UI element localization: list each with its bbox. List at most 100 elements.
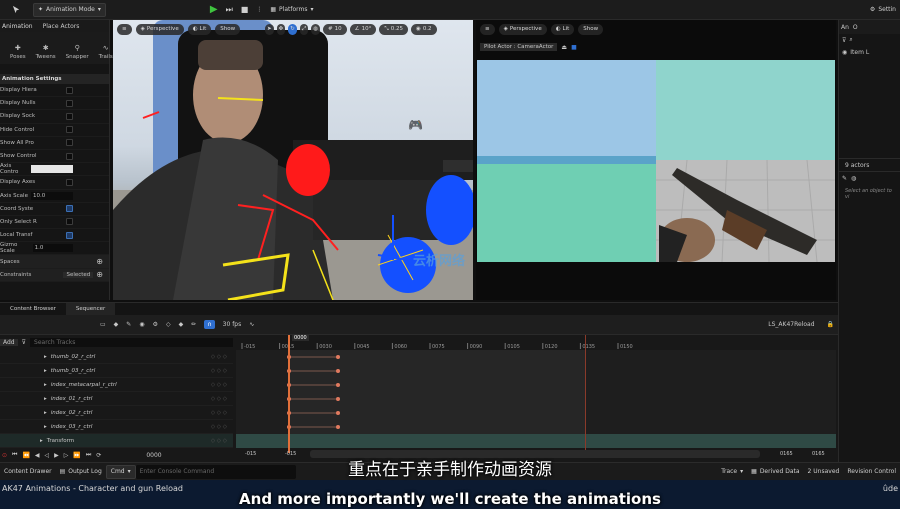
- select-icon[interactable]: [8, 3, 25, 17]
- setting-row[interactable]: Axis Contro: [0, 163, 109, 177]
- setting-value-field[interactable]: 1.0: [32, 244, 73, 253]
- key-icon[interactable]: ◆: [114, 321, 119, 328]
- setting-row[interactable]: Display Sock: [0, 110, 109, 124]
- tab-sequencer[interactable]: Sequencer: [65, 303, 116, 315]
- lit-button[interactable]: ◐ Lit: [550, 23, 575, 35]
- key-controls-icon[interactable]: ◇ ◇ ◇: [211, 410, 227, 416]
- setting-checkbox[interactable]: [66, 231, 73, 239]
- track-row[interactable]: ▸ thumb_03_r_ctrl ◇ ◇ ◇: [0, 364, 233, 378]
- perspective-viewport[interactable]: ≡ ◈ Perspective ◐ Lit Show ➤ ✥ ↻ ⤢ ◍ # 1…: [113, 20, 473, 300]
- keyframe[interactable]: [336, 411, 340, 415]
- save-icon[interactable]: ▭: [100, 321, 106, 328]
- setting-color-swatch[interactable]: [31, 165, 73, 174]
- keyframe[interactable]: [336, 383, 340, 387]
- setting-checkbox[interactable]: [66, 205, 73, 213]
- lit-button[interactable]: ◐ Lit: [187, 23, 212, 35]
- tab-outliner[interactable]: O: [853, 24, 858, 31]
- add-icon[interactable]: ⊕: [96, 270, 103, 279]
- keyframe[interactable]: [336, 397, 340, 401]
- keyframe-layer[interactable]: [236, 350, 836, 450]
- scale-snap-button[interactable]: ⤡ 0.25: [379, 23, 408, 35]
- curve-editor-icon[interactable]: ∿: [249, 321, 254, 328]
- platforms-dropdown[interactable]: ▦ Platforms ▾: [266, 3, 317, 17]
- setting-checkbox[interactable]: [66, 99, 73, 107]
- setting-checkbox[interactable]: [66, 218, 73, 226]
- setting-checkbox[interactable]: [66, 126, 73, 134]
- mode-dropdown[interactable]: ✦ Animation Mode ▾: [33, 2, 106, 17]
- pilot-camera-viewport[interactable]: ≡ ◈ Perspective ◐ Lit Show Pilot Actor :…: [476, 20, 836, 300]
- snapper-button[interactable]: ⚲ Snapper: [66, 44, 89, 60]
- visibility-icon[interactable]: ◉: [842, 49, 847, 56]
- tweens-button[interactable]: ✱ Tweens: [36, 44, 56, 60]
- track-row[interactable]: ▸ Transform ◇ ◇ ◇: [0, 434, 233, 448]
- stop-button[interactable]: ■: [237, 3, 253, 17]
- search-tracks-input[interactable]: Search Tracks: [30, 337, 233, 347]
- selected-dropdown[interactable]: Selected: [63, 271, 94, 278]
- grid-snap-button[interactable]: # 10: [323, 23, 347, 35]
- key-controls-icon[interactable]: ◇ ◇ ◇: [211, 354, 227, 360]
- show-button[interactable]: Show: [215, 23, 241, 35]
- keyframe-tools-icon[interactable]: ◆: [179, 321, 184, 328]
- key-controls-icon[interactable]: ◇ ◇ ◇: [211, 382, 227, 388]
- world-icon[interactable]: ◍: [311, 23, 321, 35]
- translate-icon[interactable]: ✥: [276, 23, 286, 35]
- setting-row[interactable]: Show All Pro: [0, 137, 109, 150]
- setting-row[interactable]: Display Nulls: [0, 97, 109, 111]
- add-icon[interactable]: ⊕: [96, 257, 103, 266]
- viewport-menu-button[interactable]: ≡: [117, 23, 132, 35]
- tab-place-actors[interactable]: Place Actors: [43, 23, 80, 30]
- setting-row[interactable]: Coord Syste: [0, 203, 109, 216]
- expand-arrow-icon[interactable]: ▸: [44, 410, 47, 416]
- transform-tools-icon[interactable]: ✎: [126, 321, 131, 328]
- edit-icon[interactable]: ✏: [191, 321, 196, 328]
- setting-checkbox[interactable]: [66, 152, 73, 160]
- filter-icon[interactable]: ⊽: [842, 37, 846, 44]
- setting-row[interactable]: Show Control: [0, 150, 109, 164]
- setting-checkbox[interactable]: [66, 139, 73, 147]
- snap-magnet-button[interactable]: ∩: [204, 320, 215, 329]
- setting-row[interactable]: Display Hiera: [0, 84, 109, 98]
- tab-content-browser[interactable]: Content Browser: [0, 303, 66, 315]
- setting-row[interactable]: Hide Control: [0, 124, 109, 137]
- expand-arrow-icon[interactable]: ▸: [44, 382, 47, 388]
- scale-icon[interactable]: ⤢: [299, 23, 309, 35]
- key-controls-icon[interactable]: ◇ ◇ ◇: [211, 424, 227, 430]
- viewport-menu-button[interactable]: ≡: [480, 23, 495, 35]
- filter-icon[interactable]: ⊽: [22, 339, 26, 346]
- eject-icon[interactable]: ⏏: [561, 44, 567, 51]
- rotate-icon[interactable]: ↻: [288, 23, 297, 35]
- show-button[interactable]: Show: [578, 23, 604, 35]
- key-controls-icon[interactable]: ◇ ◇ ◇: [211, 368, 227, 374]
- setting-checkbox[interactable]: [66, 178, 73, 186]
- track-row[interactable]: ▸ index_03_r_ctrl ◇ ◇ ◇: [0, 420, 233, 434]
- expand-arrow-icon[interactable]: ▸: [40, 438, 43, 444]
- keyframe-icon[interactable]: ◇: [166, 321, 171, 328]
- setting-row[interactable]: Gizmo Scale 1.0: [0, 242, 109, 256]
- globe-icon[interactable]: ◍: [851, 175, 856, 182]
- add-track-button[interactable]: Add: [0, 338, 18, 346]
- camera-speed-button[interactable]: ◉ 0.2: [411, 23, 437, 35]
- setting-row[interactable]: Display Axes: [0, 176, 109, 190]
- setting-checkbox[interactable]: [66, 86, 73, 94]
- keyframe[interactable]: [336, 369, 340, 373]
- select-mode-icon[interactable]: ➤: [265, 23, 274, 35]
- fps-dropdown[interactable]: 30 fps: [223, 321, 242, 328]
- rotation-snap-button[interactable]: ∠ 10°: [349, 23, 377, 35]
- view-options-icon[interactable]: ◉: [139, 321, 144, 328]
- key-controls-icon[interactable]: ◇ ◇ ◇: [211, 396, 227, 402]
- setting-row[interactable]: Local Transf: [0, 229, 109, 243]
- key-controls-icon[interactable]: ◇ ◇ ◇: [211, 438, 227, 444]
- animation-settings-header[interactable]: Animation Settings: [0, 74, 109, 84]
- expand-arrow-icon[interactable]: ▸: [44, 424, 47, 430]
- setting-checkbox[interactable]: [66, 112, 73, 120]
- playback-options-icon[interactable]: ⚙: [153, 321, 158, 328]
- keyframe[interactable]: [336, 425, 340, 429]
- perspective-button[interactable]: ◈ Perspective: [135, 23, 184, 35]
- brush-icon[interactable]: ✎: [842, 175, 847, 182]
- timeline-ruler[interactable]: -015001500300045006000750090010501200135…: [236, 335, 836, 349]
- track-row[interactable]: ▸ index_02_r_ctrl ◇ ◇ ◇: [0, 406, 233, 420]
- track-row[interactable]: ▸ index_01_r_ctrl ◇ ◇ ◇: [0, 392, 233, 406]
- tab-animation-outliner[interactable]: An: [841, 24, 849, 31]
- lock-icon[interactable]: 🔒: [827, 321, 834, 328]
- trails-button[interactable]: ∿ Trails: [99, 44, 113, 60]
